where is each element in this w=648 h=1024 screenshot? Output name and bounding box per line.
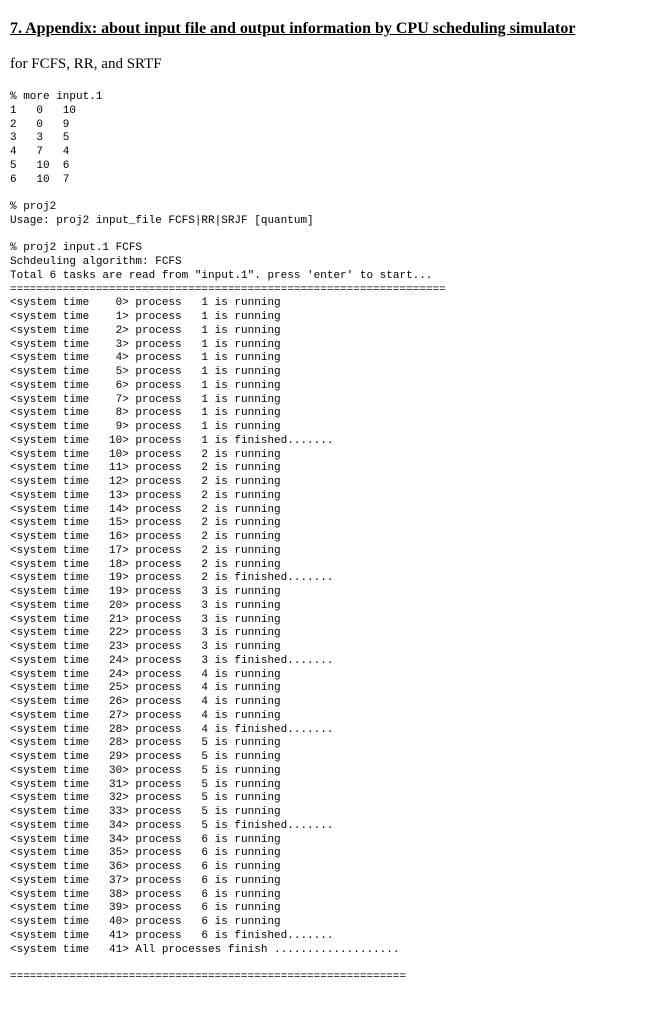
subhead: for FCFS, RR, and SRTF xyxy=(10,56,638,73)
terminal-output: % more input.1 1 0 10 2 0 9 3 3 5 4 7 4 … xyxy=(10,91,638,985)
appendix-title: 7. Appendix: about input file and output… xyxy=(10,20,638,38)
